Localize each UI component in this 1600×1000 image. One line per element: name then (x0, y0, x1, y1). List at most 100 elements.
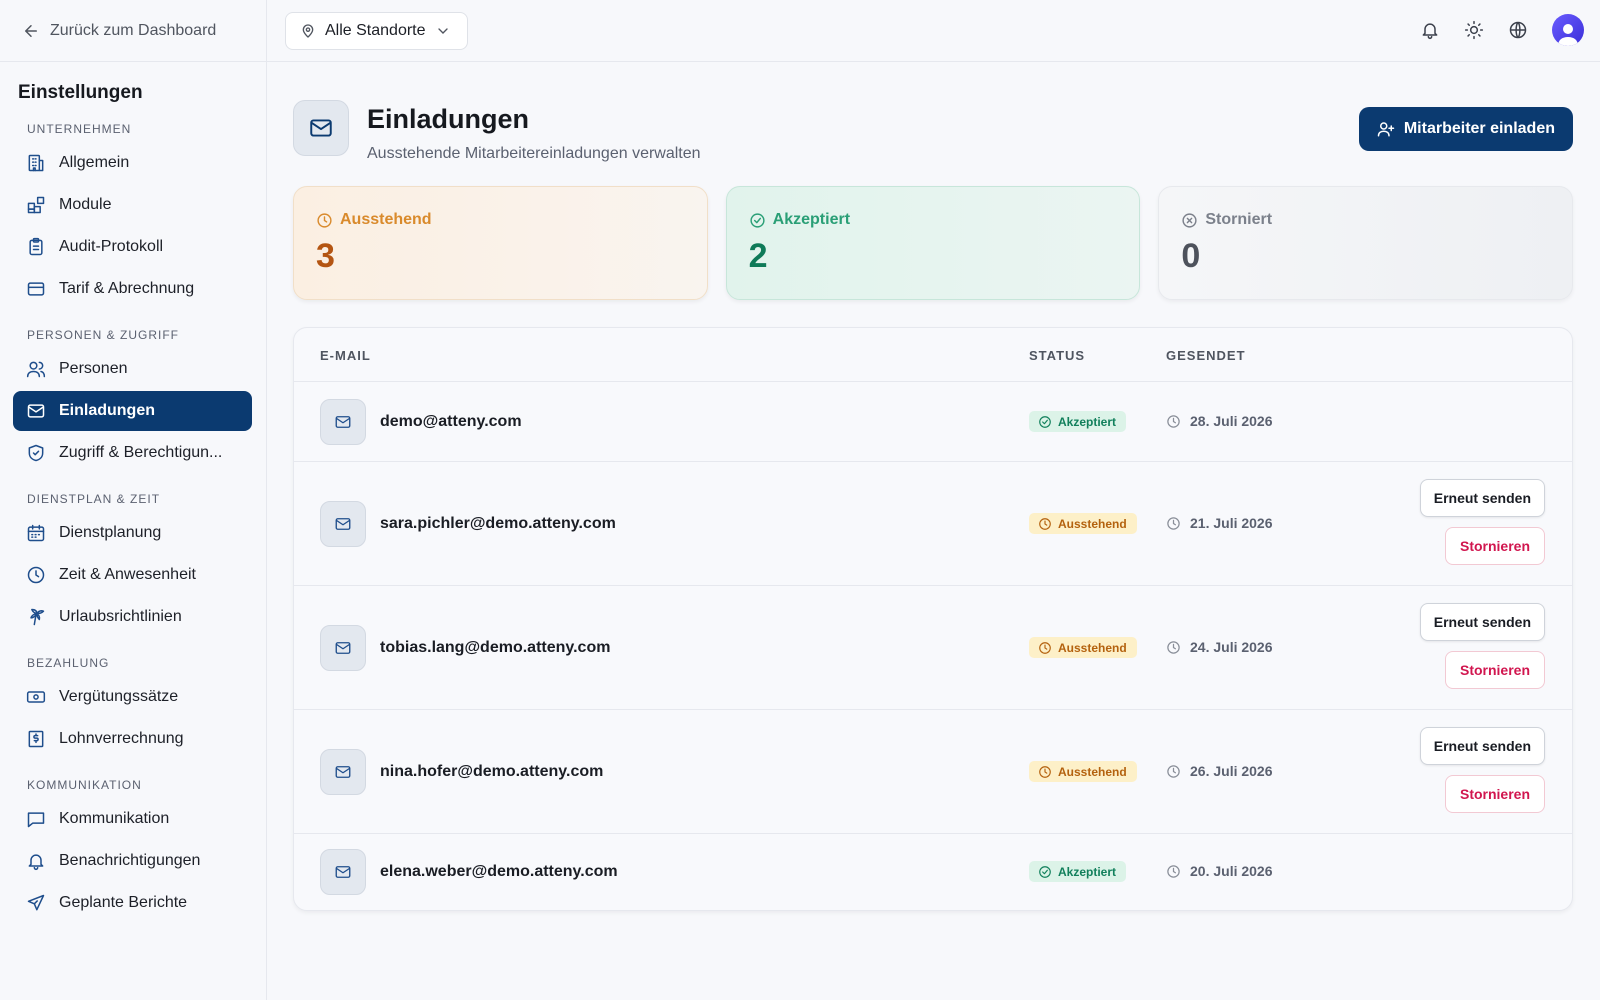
table-row: tobias.lang@demo.atteny.com Ausstehend 2… (294, 586, 1572, 710)
back-to-dashboard-link[interactable]: Zurück zum Dashboard (0, 0, 266, 62)
clock-icon (26, 565, 46, 585)
bell-icon[interactable] (1420, 20, 1440, 40)
sidebar-item-allgemein[interactable]: Allgemein (13, 143, 252, 183)
location-select-value: Alle Standorte (325, 22, 426, 39)
shield-check-icon (26, 443, 46, 463)
users-icon (26, 359, 46, 379)
cancel-invite-button[interactable]: Stornieren (1444, 651, 1545, 689)
clock-icon (1166, 640, 1181, 655)
blocks-icon (26, 195, 46, 215)
stat-value: 2 (748, 237, 768, 275)
row-email: sara.pichler@demo.atteny.com (380, 515, 616, 532)
clipboard-icon (26, 237, 46, 257)
sidebar: Zurück zum Dashboard Einstellungen UNTER… (0, 0, 267, 1000)
table-row: demo@atteny.com Akzeptiert 28. Juli 2026 (294, 382, 1572, 462)
mail-icon (320, 749, 366, 795)
sidebar-item-verguetung[interactable]: Vergütungssätze (13, 677, 252, 717)
sidebar-item-label: Zeit & Anwesenheit (59, 566, 196, 583)
status-badge-label: Akzeptiert (1058, 864, 1117, 879)
status-badge-label: Ausstehend (1058, 516, 1127, 531)
column-header-sent: GESENDET (1166, 348, 1246, 363)
clock-icon (1038, 765, 1052, 779)
sidebar-item-label: Kommunikation (59, 810, 170, 827)
message-square-icon (26, 809, 46, 829)
stat-card-cancelled: Storniert 0 (1158, 186, 1574, 300)
sidebar-item-label: Benachrichtigungen (59, 852, 201, 869)
section-kommunikation: KOMMUNIKATION (27, 778, 142, 792)
sidebar-item-audit[interactable]: Audit-Protokoll (13, 227, 252, 267)
sidebar-item-zugriff[interactable]: Zugriff & Berechtigun... (13, 433, 252, 473)
sidebar-item-personen[interactable]: Personen (13, 349, 252, 389)
sidebar-item-benachrichtigungen[interactable]: Benachrichtigungen (13, 841, 252, 881)
row-sent-date: 21. Juli 2026 (1166, 515, 1273, 531)
sidebar-item-einladungen[interactable]: Einladungen (13, 391, 252, 431)
check-circle-icon (749, 212, 766, 229)
page-header: Einladungen Ausstehende Mitarbeitereinla… (293, 100, 701, 163)
status-badge-label: Akzeptiert (1058, 414, 1117, 429)
sidebar-item-label: Audit-Protokoll (59, 238, 164, 255)
sidebar-item-urlaub[interactable]: Urlaubsrichtlinien (13, 597, 252, 637)
cancel-invite-button[interactable]: Stornieren (1444, 527, 1545, 565)
check-circle-icon (1038, 865, 1052, 879)
sidebar-item-label: Lohnverrechnung (59, 730, 184, 747)
mail-icon (293, 100, 349, 156)
table-row: nina.hofer@demo.atteny.com Ausstehend 26… (294, 710, 1572, 834)
invite-button-label: Mitarbeiter einladen (1403, 120, 1555, 137)
status-badge: Ausstehend (1029, 637, 1137, 658)
section-personen-zugriff: PERSONEN & ZUGRIFF (27, 328, 180, 342)
sidebar-item-label: Tarif & Abrechnung (59, 280, 195, 297)
resend-button[interactable]: Erneut senden (1419, 603, 1545, 641)
status-badge: Akzeptiert (1029, 411, 1127, 432)
sidebar-item-dienstplanung[interactable]: Dienstplanung (13, 513, 252, 553)
status-badge: Ausstehend (1029, 761, 1137, 782)
sidebar-item-label: Allgemein (59, 154, 130, 171)
row-sent-date: 26. Juli 2026 (1166, 763, 1273, 779)
clock-icon (1038, 517, 1052, 531)
cancel-invite-button[interactable]: Stornieren (1444, 775, 1545, 813)
column-header-email: E-MAIL (320, 348, 371, 363)
table-header: E-MAIL STATUS GESENDET (294, 328, 1572, 382)
sidebar-item-tarif[interactable]: Tarif & Abrechnung (13, 269, 252, 309)
stat-label: Ausstehend (340, 211, 432, 228)
row-sent-date: 24. Juli 2026 (1166, 639, 1273, 655)
sidebar-item-kommunikation[interactable]: Kommunikation (13, 799, 252, 839)
mail-icon (320, 501, 366, 547)
clock-icon (1166, 864, 1181, 879)
row-sent-date: 28. Juli 2026 (1166, 413, 1273, 429)
receipt-icon (26, 729, 46, 749)
stats-row: Ausstehend 3 Akzeptiert 2 Storniert 0 (293, 186, 1574, 300)
resend-button[interactable]: Erneut senden (1419, 479, 1545, 517)
sun-icon[interactable] (1464, 20, 1484, 40)
building-icon (26, 153, 46, 173)
sidebar-item-berichte[interactable]: Geplante Berichte (13, 883, 252, 923)
status-badge: Akzeptiert (1029, 861, 1127, 882)
location-select[interactable]: Alle Standorte (285, 12, 468, 50)
avatar[interactable] (1552, 14, 1584, 46)
resend-button[interactable]: Erneut senden (1419, 727, 1545, 765)
sent-date-value: 28. Juli 2026 (1190, 413, 1273, 429)
banknote-icon (26, 687, 46, 707)
clock-icon (1038, 641, 1052, 655)
calendar-icon (26, 523, 46, 543)
sidebar-item-label: Module (59, 196, 112, 213)
credit-card-icon (26, 279, 46, 299)
sidebar-item-lohn[interactable]: Lohnverrechnung (13, 719, 252, 759)
status-badge-label: Ausstehend (1058, 764, 1127, 779)
clock-icon (1166, 414, 1181, 429)
sidebar-title: Einstellungen (18, 82, 143, 103)
send-icon (26, 893, 46, 913)
sidebar-item-zeit[interactable]: Zeit & Anwesenheit (13, 555, 252, 595)
clock-icon (1166, 764, 1181, 779)
row-email: elena.weber@demo.atteny.com (380, 863, 618, 880)
page-title: Einladungen (367, 104, 529, 134)
mail-icon (320, 849, 366, 895)
row-sent-date: 20. Juli 2026 (1166, 863, 1273, 879)
chevron-down-icon (435, 23, 451, 39)
sidebar-item-label: Personen (59, 360, 128, 377)
invite-employee-button[interactable]: Mitarbeiter einladen (1358, 107, 1573, 151)
globe-icon[interactable] (1508, 20, 1528, 40)
sidebar-item-module[interactable]: Module (13, 185, 252, 225)
clock-icon (1166, 516, 1181, 531)
mail-icon (320, 625, 366, 671)
topbar: Alle Standorte (267, 0, 1600, 62)
